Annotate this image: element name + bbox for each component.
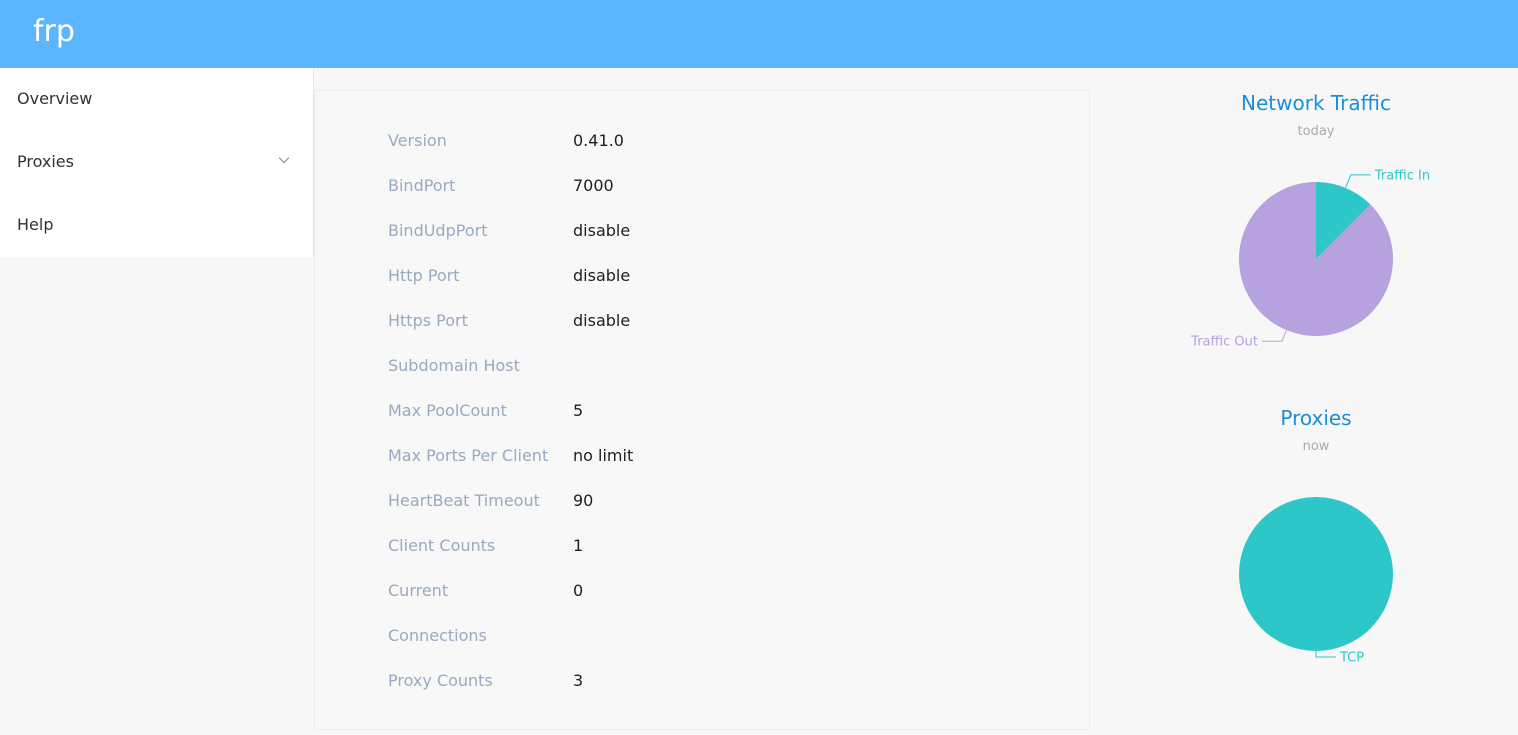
pie-label-traffic-out: Traffic Out (1190, 335, 1258, 350)
app-brand[interactable]: frp (33, 13, 75, 51)
info-row-max-poolcount: Max PoolCount 5 (315, 399, 1091, 423)
info-row-current: Current 0 (315, 579, 1091, 603)
info-value: 5 (573, 401, 584, 420)
info-row-http-port: Http Port disable (315, 264, 1091, 288)
pie-slice-tcp[interactable] (1239, 497, 1393, 651)
chevron-down-icon (278, 157, 290, 164)
info-row-connections: Connections (315, 624, 1091, 648)
info-label: Max PoolCount (388, 401, 507, 420)
sidebar-item-label: Help (17, 215, 54, 234)
info-value: 1 (573, 536, 584, 555)
traffic-pie-svg: Traffic In Traffic Out (1190, 168, 1430, 350)
info-value: 0.41.0 (573, 131, 624, 150)
info-row-bindport: BindPort 7000 (315, 174, 1091, 198)
server-info-card: Version 0.41.0 BindPort 7000 BindUdpPort… (314, 90, 1090, 730)
info-label: Version (388, 131, 447, 150)
info-row-https-port: Https Port disable (315, 309, 1091, 333)
pie-label-line (1261, 329, 1287, 342)
info-row-subdomain-host: Subdomain Host (315, 354, 1091, 378)
info-label: Connections (388, 626, 487, 645)
info-label: Http Port (388, 266, 460, 285)
info-label: BindUdpPort (388, 221, 488, 240)
sidebar-item-label: Overview (17, 89, 93, 108)
proxies-pie-svg: TCP (1239, 497, 1393, 666)
info-label: Proxy Counts (388, 671, 493, 690)
sidebar-item-overview[interactable]: Overview (0, 68, 313, 131)
info-value: disable (573, 221, 631, 240)
pie-label-tcp: TCP (1339, 651, 1364, 666)
info-label: Https Port (388, 311, 468, 330)
info-row-version: Version 0.41.0 (315, 129, 1091, 153)
info-value: 0 (573, 581, 584, 600)
info-value: disable (573, 311, 631, 330)
info-label: Max Ports Per Client (388, 446, 549, 465)
info-row-client-counts: Client Counts 1 (315, 534, 1091, 558)
pie-label-traffic-in: Traffic In (1374, 168, 1430, 183)
info-label: HeartBeat Timeout (388, 491, 540, 510)
info-value: 3 (573, 671, 584, 690)
info-label: Subdomain Host (388, 356, 520, 375)
pie-label-line (1345, 174, 1371, 189)
top-header: frp (0, 0, 1518, 68)
info-value: 7000 (573, 176, 614, 195)
info-value: 90 (573, 491, 594, 510)
info-label: BindPort (388, 176, 456, 195)
pie-slice-traffic-out[interactable] (1239, 182, 1393, 336)
info-value: no limit (573, 446, 634, 465)
sidebar-menu: Overview Proxies Help (0, 68, 314, 257)
sidebar-item-proxies[interactable]: Proxies (0, 131, 313, 194)
info-row-heartbeat-timeout: HeartBeat Timeout 90 (315, 489, 1091, 513)
info-row-max-ports-per-client: Max Ports Per Client no limit (315, 444, 1091, 468)
sidebar-item-label: Proxies (17, 152, 74, 171)
network-traffic-chart: Network Traffic today Traffic In Traffic … (1130, 90, 1500, 360)
sidebar-item-help[interactable]: Help (0, 194, 313, 257)
info-label: Client Counts (388, 536, 496, 555)
proxies-chart: Proxies now TCP (1130, 405, 1500, 695)
info-label: Current (388, 581, 449, 600)
pie-label-line (1315, 651, 1336, 658)
info-row-bindudpport: BindUdpPort disable (315, 219, 1091, 243)
info-value: disable (573, 266, 631, 285)
info-row-proxy-counts: Proxy Counts 3 (315, 669, 1091, 693)
